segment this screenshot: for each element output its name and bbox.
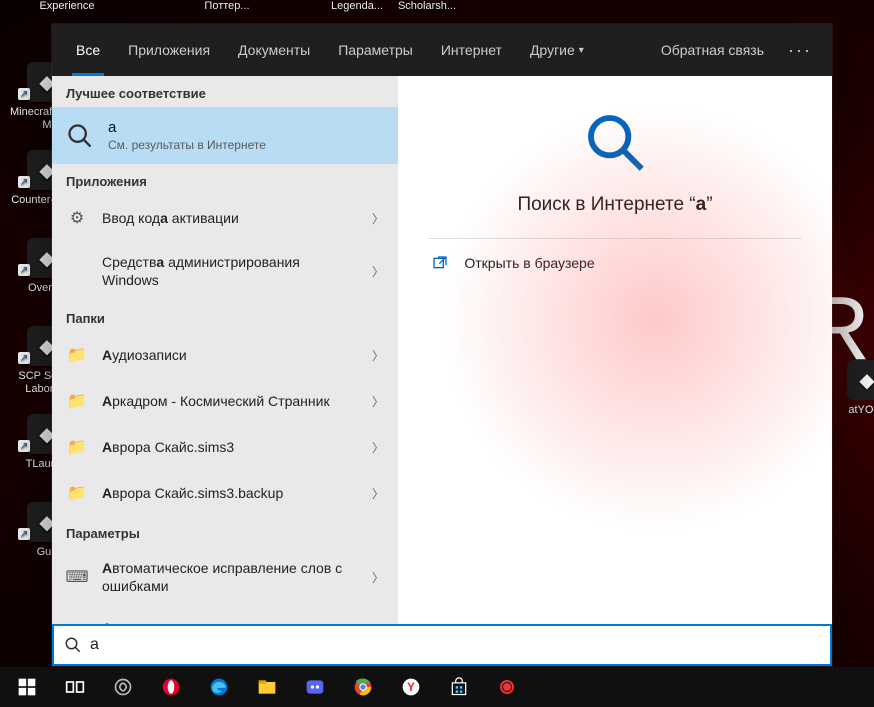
svg-text:Y: Y — [407, 681, 415, 694]
open-icon — [432, 255, 450, 271]
desktop-icon[interactable]: Legenda... — [320, 0, 394, 13]
preview-panel: Поиск в Интернете “a” Открыть в браузере — [398, 76, 832, 624]
item-label: Аврора Скайс.sims3.backup — [102, 484, 358, 502]
search-tabs: ВсеПриложенияДокументыПараметрыИнтернетД… — [52, 24, 832, 76]
item-label: Аудиозаписи — [102, 346, 358, 364]
section-best-match: Лучшее соответствие — [52, 76, 398, 107]
section-apps: Приложения — [52, 164, 398, 195]
desktop-icon[interactable]: Поттер... — [190, 0, 264, 13]
taskbar-app-store[interactable] — [436, 667, 482, 707]
item-label: Автоматическое исправление слов с ошибка… — [102, 559, 358, 595]
chevron-right-icon: 〉 — [372, 439, 384, 456]
item-label: Ввод кода активации — [102, 209, 358, 227]
desktop-icon[interactable]: ◆↗Gun — [10, 502, 84, 559]
taskbar-app-explorer[interactable] — [244, 667, 290, 707]
result-item[interactable]: ⚙ Ввод кода активации 〉 — [52, 195, 398, 241]
start-button[interactable] — [4, 667, 50, 707]
open-in-browser[interactable]: Открыть в браузере — [428, 239, 801, 287]
desktop-background: R Experience Поттер... Legenda...Scholarsh… — [0, 0, 874, 707]
result-item[interactable]: ▣Автоматическое включение и выключение р… — [52, 607, 398, 624]
best-match-subtitle: См. результаты в Интернете — [108, 138, 266, 152]
chevron-right-icon: 〉 — [372, 263, 384, 280]
tab-Приложения[interactable]: Приложения — [114, 24, 224, 76]
chevron-right-icon: 〉 — [372, 347, 384, 364]
tab-Все[interactable]: Все — [62, 24, 114, 76]
desktop-icon[interactable]: Experience — [30, 0, 104, 13]
item-icon: ⚙ — [66, 207, 88, 229]
item-label: Средства администрирования Windows — [102, 253, 358, 289]
wallpaper-letter: R — [805, 278, 866, 381]
chevron-right-icon: 〉 — [372, 569, 384, 586]
result-item[interactable]: Средства администрирования Windows 〉 — [52, 241, 398, 301]
desktop-icon[interactable]: ◆↗Counter-Sourc — [10, 150, 84, 207]
result-item[interactable]: 📁 Аркадром - Космический Странник 〉 — [52, 378, 398, 424]
desktop-icon[interactable]: ◆↗Minecraft Story M — [10, 62, 84, 132]
search-input[interactable] — [90, 636, 820, 654]
result-item[interactable]: 📁 Аврора Скайс.sims3 〉 — [52, 424, 398, 470]
item-icon: 📁 — [66, 482, 88, 504]
item-label: Аркадром - Космический Странник — [102, 392, 358, 410]
chevron-right-icon: 〉 — [372, 393, 384, 410]
tab-Другие[interactable]: Другие▾ — [516, 24, 598, 76]
open-label: Открыть в браузере — [464, 255, 594, 271]
taskbar-app-yandex[interactable]: Y — [388, 667, 434, 707]
item-icon: ⌨ — [66, 566, 88, 588]
best-match-item[interactable]: a См. результаты в Интернете — [52, 107, 398, 164]
more-button[interactable]: ··· — [778, 40, 822, 61]
search-icon — [583, 110, 647, 174]
taskbar-app-sound[interactable] — [100, 667, 146, 707]
chevron-down-icon: ▾ — [579, 45, 584, 56]
results-panel: Лучшее соответствие a См. результаты в И… — [52, 76, 398, 624]
feedback-link[interactable]: Обратная связь — [647, 42, 778, 58]
search-icon — [64, 636, 82, 654]
item-icon: 📁 — [66, 344, 88, 366]
item-icon: 📁 — [66, 436, 88, 458]
item-icon: 📁 — [66, 390, 88, 412]
taskbar-app-edge[interactable] — [196, 667, 242, 707]
search-bar[interactable] — [52, 624, 832, 666]
taskbar-app-chrome[interactable] — [340, 667, 386, 707]
result-item[interactable]: 📁 Аудиозаписи 〉 — [52, 332, 398, 378]
desktop-icon[interactable]: ◆↗Overwa — [10, 238, 84, 295]
task-view-button[interactable] — [52, 667, 98, 707]
item-label: Автоматическое включение и выключение ре… — [102, 619, 358, 624]
record-icon — [500, 680, 514, 694]
best-match-title: a — [108, 119, 266, 136]
search-window: ВсеПриложенияДокументыПараметрыИнтернетД… — [52, 24, 832, 666]
desktop-icon[interactable]: ◆↗TLaunch — [10, 414, 84, 471]
search-icon — [66, 122, 94, 150]
chevron-right-icon: 〉 — [372, 485, 384, 502]
section-folders: Папки — [52, 301, 398, 332]
tab-Параметры[interactable]: Параметры — [324, 24, 427, 76]
preview-title: Поиск в Интернете “a” — [517, 194, 712, 216]
item-label: Аврора Скайс.sims3 — [102, 438, 358, 456]
tab-Документы[interactable]: Документы — [224, 24, 324, 76]
result-item[interactable]: ⌨ Автоматическое исправление слов с ошибк… — [52, 547, 398, 607]
taskbar-app-discord[interactable] — [292, 667, 338, 707]
item-icon — [66, 260, 88, 282]
tab-Интернет[interactable]: Интернет — [427, 24, 516, 76]
desktop-icon[interactable]: Scholarsh... — [390, 0, 464, 13]
chevron-right-icon: 〉 — [372, 210, 384, 227]
desktop-icon[interactable]: ◆↗SCP Secret Laborato — [10, 326, 84, 396]
divider — [428, 238, 801, 239]
desktop-icon[interactable]: ◆atYOcT — [830, 360, 874, 417]
result-item[interactable]: 📁 Аврора Скайс.sims3.backup 〉 — [52, 470, 398, 516]
taskbar-app-record[interactable] — [484, 667, 530, 707]
taskbar-app-opera[interactable] — [148, 667, 194, 707]
taskbar: Y — [0, 667, 874, 707]
section-settings: Параметры — [52, 516, 398, 547]
